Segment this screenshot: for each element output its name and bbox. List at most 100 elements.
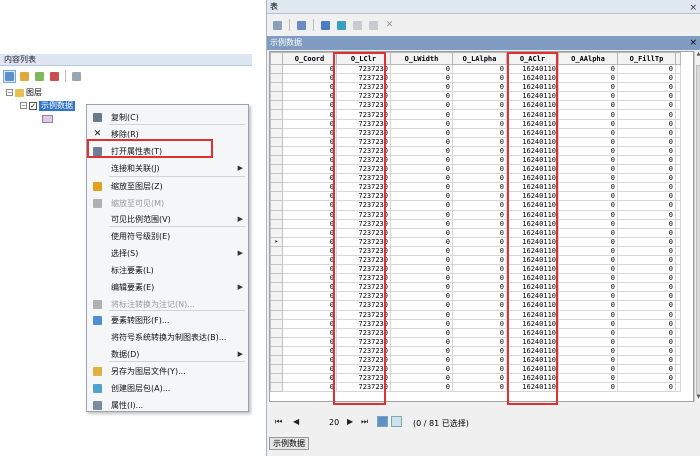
table-cell[interactable]: 0 <box>390 154 453 166</box>
menu-item[interactable]: 使用符号级别(E) <box>87 228 248 244</box>
table-row[interactable]: 0 7237230 0 0 16240110 0 0 <box>270 318 681 329</box>
table-cell[interactable]: 0 <box>390 254 453 266</box>
table-cell[interactable]: 0 <box>282 227 337 238</box>
row-selector[interactable] <box>270 182 283 193</box>
table-cell[interactable]: 0 <box>390 227 453 238</box>
table-cell[interactable]: 0 <box>282 382 337 393</box>
table-cell[interactable]: 0 <box>452 264 507 275</box>
table-cell[interactable]: 0 <box>390 118 453 129</box>
table-row[interactable]: 0 7237230 0 0 16240110 0 0 <box>270 291 681 302</box>
table-cell[interactable]: 0 <box>452 309 507 320</box>
table-cell[interactable]: 0 <box>452 73 507 84</box>
table-cell[interactable]: 0 <box>452 218 507 229</box>
scroll-up-icon[interactable]: ▲ <box>695 51 700 59</box>
row-selector[interactable] <box>270 82 283 93</box>
table-cell[interactable]: 0 <box>617 164 676 175</box>
table-cell[interactable]: 0 <box>282 63 337 75</box>
row-selector[interactable] <box>270 300 283 311</box>
table-cell[interactable]: 0 <box>558 82 618 93</box>
table-cell[interactable]: 0 <box>452 373 507 384</box>
table-cell[interactable]: 0 <box>617 182 676 193</box>
table-cell[interactable]: 0 <box>452 245 507 256</box>
table-cell[interactable]: 0 <box>452 364 507 375</box>
table-cell[interactable]: 0 <box>390 164 453 175</box>
table-cell[interactable]: 0 <box>452 154 507 166</box>
menu-item[interactable]: 属性(I)... <box>87 397 248 413</box>
table-cell[interactable]: 0 <box>558 100 618 111</box>
table-cell[interactable]: 0 <box>282 200 337 211</box>
menu-item[interactable]: 选择(S) ▶ <box>87 245 248 261</box>
row-selector[interactable] <box>270 318 283 329</box>
table-cell[interactable]: 0 <box>390 145 453 156</box>
row-selector[interactable] <box>270 127 283 138</box>
table-row[interactable]: 0 7237230 0 0 16240110 0 0 <box>270 245 681 256</box>
table-cell[interactable]: 0 <box>282 345 337 357</box>
table-cell[interactable]: 0 <box>390 127 453 138</box>
row-selector[interactable] <box>270 154 283 166</box>
table-row[interactable]: 0 7237230 0 0 16240110 0 0 <box>270 354 681 366</box>
table-cell[interactable]: 0 <box>390 63 453 75</box>
table-cell[interactable]: 0 <box>390 236 453 247</box>
table-cell[interactable]: 0 <box>617 100 676 111</box>
table-row[interactable]: 0 7237230 0 0 16240110 0 0 <box>270 327 681 338</box>
table-cell[interactable]: 0 <box>617 373 676 384</box>
table-cell[interactable]: 0 <box>558 382 618 393</box>
table-cell[interactable]: 0 <box>452 282 507 293</box>
table-cell[interactable]: 0 <box>452 136 507 147</box>
table-cell[interactable]: 0 <box>282 273 337 284</box>
menu-item[interactable]: 编辑要素(E) ▶ <box>87 279 248 295</box>
table-cell[interactable]: 0 <box>617 173 676 184</box>
table-cell[interactable]: 0 <box>558 136 618 147</box>
table-cell[interactable]: 0 <box>390 318 453 329</box>
list-by-source-button[interactable] <box>18 70 31 83</box>
table-row[interactable]: 0 7237230 0 0 16240110 0 0 <box>270 173 681 184</box>
table-options-button[interactable] <box>271 19 284 32</box>
table-cell[interactable]: 0 <box>617 73 676 84</box>
table-cell[interactable]: 0 <box>452 91 507 102</box>
table-cell[interactable]: 0 <box>452 273 507 284</box>
table-cell[interactable]: 0 <box>452 63 507 75</box>
clear-selection-button[interactable] <box>351 19 364 32</box>
bottom-table-tab[interactable]: 示例数据 <box>269 437 309 450</box>
table-cell[interactable]: 0 <box>558 154 618 166</box>
table-cell[interactable]: 0 <box>282 191 337 202</box>
table-cell[interactable]: 0 <box>558 227 618 238</box>
table-cell[interactable]: 0 <box>390 273 453 284</box>
row-selector[interactable] <box>270 282 283 293</box>
menu-item[interactable]: 可见比例范围(V) ▶ <box>87 211 248 227</box>
row-selector[interactable] <box>270 364 283 375</box>
menu-item[interactable]: 缩放至可见(M) <box>87 195 248 211</box>
options-button[interactable] <box>70 70 83 83</box>
row-selector[interactable] <box>270 309 283 320</box>
table-cell[interactable]: 0 <box>558 300 618 311</box>
scroll-down-icon[interactable]: ▼ <box>695 394 700 402</box>
table-cell[interactable]: 0 <box>558 309 618 320</box>
table-cell[interactable]: 0 <box>390 354 453 366</box>
table-cell[interactable]: 0 <box>390 136 453 147</box>
table-cell[interactable]: 0 <box>390 300 453 311</box>
table-cell[interactable]: 0 <box>617 154 676 166</box>
table-cell[interactable]: 0 <box>617 291 676 302</box>
table-cell[interactable]: 0 <box>390 382 453 393</box>
column-header[interactable]: O_LAlpha <box>452 52 507 65</box>
table-cell[interactable]: 0 <box>452 191 507 202</box>
table-row[interactable]: 0 7237230 0 0 16240110 0 0 <box>270 63 681 75</box>
table-cell[interactable]: 0 <box>558 73 618 84</box>
table-cell[interactable]: 0 <box>452 100 507 111</box>
table-row[interactable]: 0 7237230 0 0 16240110 0 0 <box>270 73 681 84</box>
table-cell[interactable]: 0 <box>558 182 618 193</box>
row-selector[interactable] <box>270 354 283 366</box>
table-cell[interactable]: 0 <box>558 282 618 293</box>
menu-item[interactable]: 将符号系统转换为制图表达(B)... <box>87 329 248 345</box>
menu-item[interactable]: 复制(C) <box>87 109 248 125</box>
table-cell[interactable]: 0 <box>452 382 507 393</box>
row-selector[interactable] <box>270 164 283 175</box>
table-cell[interactable]: 0 <box>452 173 507 184</box>
current-record-input[interactable]: 20 <box>329 418 339 427</box>
table-row[interactable]: 0 7237230 0 0 16240110 0 0 <box>270 127 681 138</box>
table-cell[interactable]: 0 <box>617 209 676 220</box>
table-cell[interactable]: 0 <box>452 118 507 129</box>
table-cell[interactable]: 0 <box>558 91 618 102</box>
table-cell[interactable]: 0 <box>390 245 453 256</box>
table-row[interactable]: 0 7237230 0 0 16240110 0 0 <box>270 309 681 320</box>
